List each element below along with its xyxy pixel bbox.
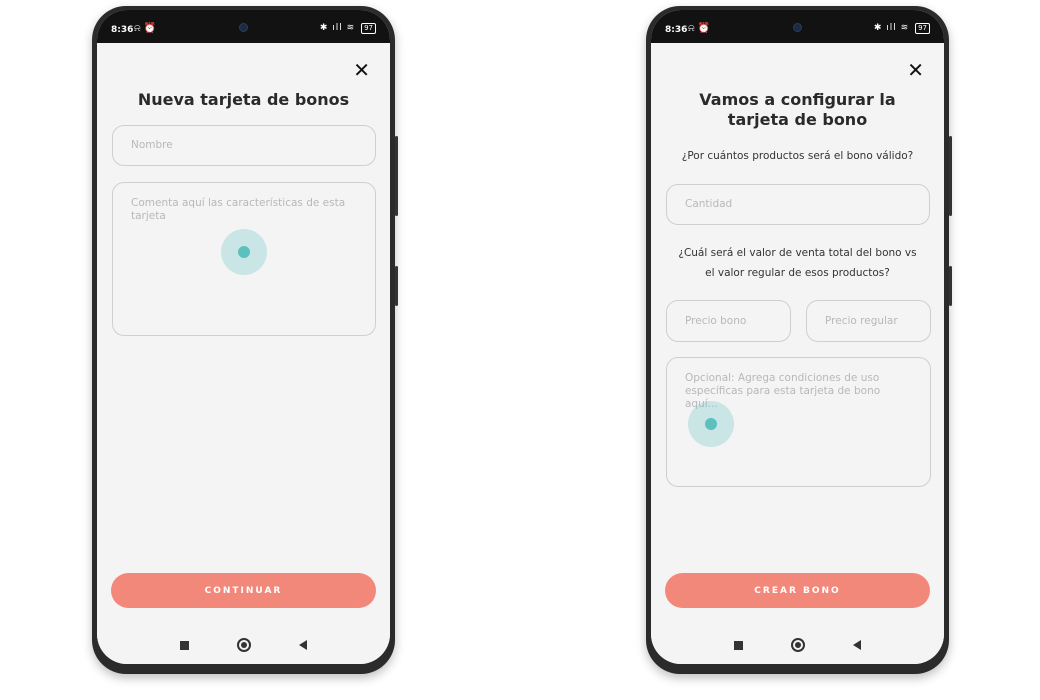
home-icon[interactable] (237, 638, 251, 652)
name-input[interactable]: Nombre (112, 125, 376, 166)
android-nav-bar (651, 626, 944, 664)
quantity-question: ¿Por cuántos productos será el bono váli… (681, 150, 914, 162)
page-title: Vamos a configurar la tarjeta de bono (699, 90, 896, 129)
status-notification-icons: ⍾ ⏰ (134, 23, 157, 34)
back-icon[interactable] (853, 640, 861, 650)
power-button (395, 136, 398, 216)
recent-apps-icon[interactable] (180, 640, 189, 650)
create-bono-button[interactable]: CREAR BONO (665, 573, 930, 608)
screen-new-bonus-card: 8:36 ⍾ ⏰ ✱ ıll ≋ 97 ✕ Nueva tarjeta de b… (97, 10, 390, 664)
recent-apps-icon[interactable] (734, 640, 743, 650)
status-bar: 8:36 ⍾ ⏰ ✱ ıll ≋ 97 (97, 10, 390, 43)
android-nav-bar (97, 626, 390, 664)
front-camera (793, 23, 802, 32)
close-icon[interactable]: ✕ (907, 60, 924, 80)
battery-icon: 97 (361, 23, 376, 34)
front-camera (239, 23, 248, 32)
status-system-icons: ✱ ıll ≋ 97 (320, 23, 376, 34)
touch-indicator (221, 229, 267, 275)
quantity-input[interactable]: Cantidad (666, 184, 930, 225)
bono-price-placeholder: Precio bono (685, 314, 747, 327)
screen-configure-bonus-card: 8:36 ⍾ ⏰ ✱ ıll ≋ 97 ✕ Vamos a configurar… (651, 10, 944, 664)
status-notification-icons: ⍾ ⏰ (688, 23, 711, 34)
regular-price-input[interactable]: Precio regular (806, 300, 931, 342)
regular-price-placeholder: Precio regular (825, 314, 898, 327)
quantity-placeholder: Cantidad (685, 198, 733, 210)
signal-wifi-icons: ✱ ıll ≋ (319, 23, 356, 33)
home-icon[interactable] (791, 638, 805, 652)
description-placeholder: Comenta aquí las características de esta… (131, 197, 346, 222)
status-time: 8:36 (111, 25, 134, 35)
continue-button[interactable]: CONTINUAR (111, 573, 376, 608)
back-icon[interactable] (299, 640, 307, 650)
phone-right: 8:36 ⍾ ⏰ ✱ ıll ≋ 97 ✕ Vamos a configurar… (646, 6, 952, 674)
volume-button (395, 266, 398, 306)
power-button (949, 136, 952, 216)
status-bar: 8:36 ⍾ ⏰ ✱ ıll ≋ 97 (651, 10, 944, 43)
status-time: 8:36 (665, 25, 688, 35)
touch-indicator (688, 401, 734, 447)
battery-icon: 97 (915, 23, 930, 34)
page-title: Nueva tarjeta de bonos (137, 90, 350, 109)
status-system-icons: ✱ ıll ≋ 97 (874, 23, 930, 34)
phone-left: 8:36 ⍾ ⏰ ✱ ıll ≋ 97 ✕ Nueva tarjeta de b… (92, 6, 398, 674)
bono-price-input[interactable]: Precio bono (666, 300, 791, 342)
volume-button (949, 266, 952, 306)
value-question: ¿Cuál será el valor de venta total del b… (678, 247, 917, 279)
name-placeholder: Nombre (131, 139, 173, 151)
close-icon[interactable]: ✕ (353, 60, 370, 80)
signal-wifi-icons: ✱ ıll ≋ (873, 23, 910, 33)
